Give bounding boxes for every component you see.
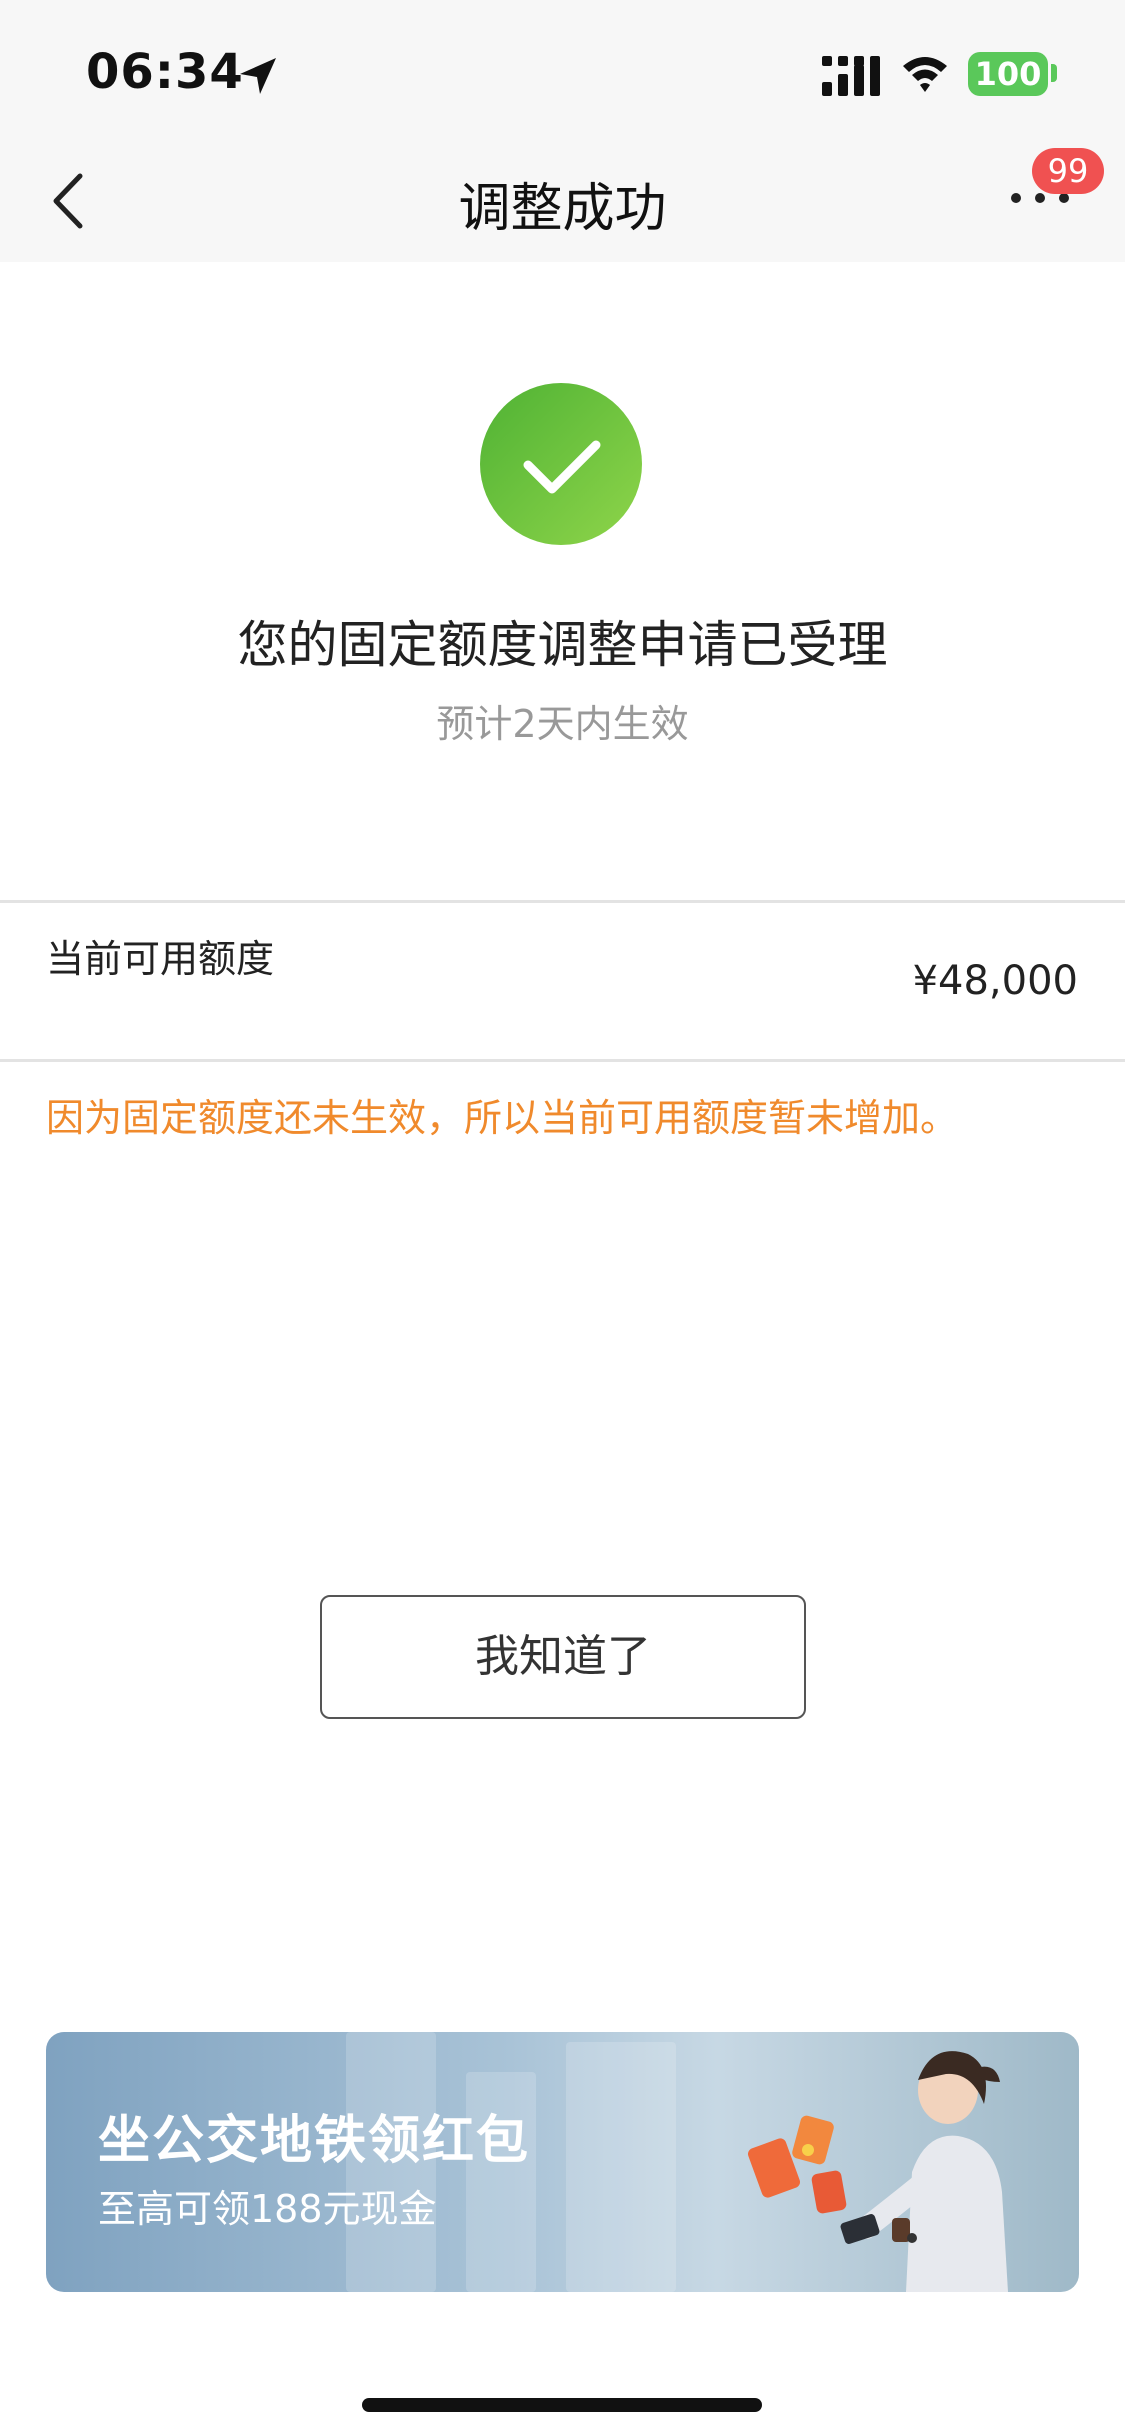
banner-bg-shape bbox=[566, 2042, 676, 2292]
woman-with-phone-illustration bbox=[748, 2051, 1008, 2292]
available-credit-label: 当前可用额度 bbox=[46, 937, 275, 981]
message-count-badge: 99 bbox=[1032, 148, 1104, 194]
status-time: 06:34 bbox=[86, 44, 244, 100]
promo-title: 坐公交地铁领红包 bbox=[98, 2111, 531, 2171]
battery-tip bbox=[1051, 64, 1057, 82]
divider-bottom bbox=[0, 1059, 1125, 1062]
cellular-signal-icon bbox=[822, 56, 880, 96]
available-credit-value: ¥48,000 bbox=[912, 958, 1078, 1004]
page-title: 调整成功 bbox=[458, 179, 667, 239]
result-subtitle: 预计2天内生效 bbox=[436, 702, 689, 746]
credit-notice: 因为固定额度还未生效，所以当前可用额度暂未增加。 bbox=[46, 1096, 959, 1140]
battery-indicator: 100 bbox=[968, 52, 1048, 96]
home-indicator bbox=[362, 2398, 762, 2412]
success-icon bbox=[480, 383, 642, 545]
promo-banner[interactable]: 坐公交地铁领红包 至高可领188元现金 bbox=[46, 2032, 1079, 2292]
acknowledge-button[interactable]: 我知道了 bbox=[320, 1595, 806, 1719]
location-arrow-icon bbox=[240, 58, 276, 94]
wifi-icon bbox=[903, 57, 947, 92]
divider-top bbox=[0, 900, 1125, 903]
result-title: 您的固定额度调整申请已受理 bbox=[237, 616, 888, 674]
promo-subtitle: 至高可领188元现金 bbox=[98, 2187, 437, 2231]
